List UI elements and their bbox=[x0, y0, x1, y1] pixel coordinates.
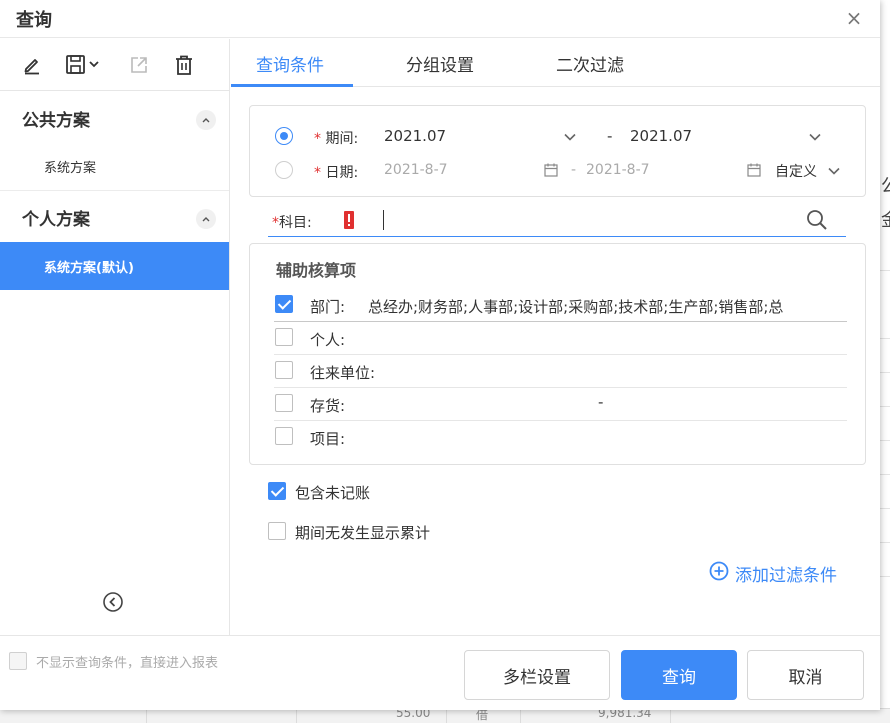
date-from-input[interactable]: 2021-8-7 bbox=[384, 162, 448, 178]
period-date-box: * 期间: 2021.07 - 2021.07 * 日期: 2021-8-7 -… bbox=[249, 105, 866, 197]
project-checkbox[interactable] bbox=[275, 427, 293, 445]
plus-circle-icon bbox=[709, 561, 729, 581]
search-icon[interactable] bbox=[805, 208, 829, 232]
warning-icon bbox=[344, 211, 354, 229]
include-unposted-label: 包含未记账 bbox=[295, 484, 371, 502]
aux-row-label: 个人: bbox=[310, 331, 346, 349]
background-glyph: 金 bbox=[881, 206, 890, 232]
scheme-item-system[interactable]: 系统方案 bbox=[0, 142, 229, 190]
cancel-button[interactable]: 取消 bbox=[747, 650, 864, 700]
background-page-bottom: 55.00 借 9,981.34 bbox=[0, 708, 890, 723]
aux-row-project: 项目: bbox=[274, 421, 847, 454]
date-label: * 日期: bbox=[314, 165, 359, 181]
period-to-select[interactable]: 2021.07 bbox=[630, 127, 692, 145]
public-scheme-header: 公共方案 bbox=[0, 92, 229, 142]
edit-icon[interactable] bbox=[18, 51, 46, 79]
show-cumulative-label: 期间无发生显示累计 bbox=[295, 524, 431, 542]
delete-icon[interactable] bbox=[170, 51, 198, 79]
personal-scheme-label: 个人方案 bbox=[22, 210, 90, 230]
scheme-item-system-default[interactable]: 系统方案(默认) bbox=[0, 242, 229, 290]
scheme-toolbar bbox=[0, 39, 229, 91]
chevron-down-icon[interactable] bbox=[827, 164, 841, 178]
calendar-icon[interactable] bbox=[544, 163, 558, 177]
department-value[interactable]: 总经办;财务部;人事部;设计部;采购部;技术部;生产部;销售部;总 bbox=[368, 296, 800, 317]
scheme-item-label: 系统方案 bbox=[44, 161, 97, 176]
aux-row-person: 个人: bbox=[274, 322, 847, 355]
aux-row-inventory: 存货: - bbox=[274, 388, 847, 421]
aux-accounting-box: 辅助核算项 部门: 总经办;财务部;人事部;设计部;采购部;技术部;生产部;销售… bbox=[249, 243, 866, 465]
show-cumulative-checkbox[interactable] bbox=[268, 522, 286, 540]
period-from-select[interactable]: 2021.07 bbox=[384, 127, 446, 145]
date-radio[interactable] bbox=[275, 161, 293, 179]
skip-conditions-checkbox[interactable] bbox=[9, 652, 27, 670]
export-icon[interactable] bbox=[125, 51, 153, 79]
personal-scheme-header: 个人方案 bbox=[0, 191, 229, 241]
active-tab-indicator bbox=[231, 84, 353, 87]
chevron-down-icon[interactable] bbox=[563, 130, 577, 144]
skip-conditions-label: 不显示查询条件，直接进入报表 bbox=[36, 656, 219, 671]
tab-query-conditions[interactable]: 查询条件 bbox=[256, 51, 324, 76]
public-scheme-label: 公共方案 bbox=[22, 111, 90, 131]
query-tabs: 查询条件 分组设置 二次过滤 bbox=[231, 39, 880, 87]
chevron-up-icon[interactable] bbox=[196, 209, 216, 229]
query-dialog: 查询 × 公共方案 系统方案 个人方案 系统方案(默认) 查询条件 分组设置 二… bbox=[0, 0, 880, 710]
save-dropdown-icon[interactable] bbox=[64, 51, 104, 79]
aux-row-partner: 往来单位: bbox=[274, 355, 847, 388]
period-radio[interactable] bbox=[275, 127, 293, 145]
aux-row-label: 往来单位: bbox=[310, 364, 376, 382]
include-unposted-checkbox[interactable] bbox=[268, 482, 286, 500]
person-checkbox[interactable] bbox=[275, 328, 293, 346]
date-mode-select[interactable]: 自定义 bbox=[775, 161, 817, 181]
calendar-icon[interactable] bbox=[747, 163, 761, 177]
dialog-title-bar: 查询 × bbox=[0, 0, 880, 38]
dialog-title: 查询 bbox=[16, 10, 52, 31]
aux-row-department: 部门: 总经办;财务部;人事部;设计部;采购部;技术部;生产部;销售部;总 bbox=[274, 289, 847, 322]
dialog-footer: 不显示查询条件，直接进入报表 多栏设置 查询 取消 bbox=[0, 635, 880, 710]
aux-row-label: 项目: bbox=[310, 430, 346, 448]
multi-column-settings-button[interactable]: 多栏设置 bbox=[464, 650, 610, 700]
date-to-input[interactable]: 2021-8-7 bbox=[586, 162, 650, 178]
background-glyph: 公 bbox=[881, 172, 890, 198]
account-input-caret[interactable] bbox=[383, 210, 384, 230]
scheme-item-label: 系统方案(默认) bbox=[44, 261, 134, 276]
background-value: 借 bbox=[476, 708, 489, 722]
account-field[interactable]: *科目: bbox=[268, 204, 846, 237]
period-label: * 期间: bbox=[314, 131, 359, 147]
chevron-down-icon[interactable] bbox=[808, 130, 822, 144]
period-separator: - bbox=[607, 127, 613, 145]
tab-secondary-filter[interactable]: 二次过滤 bbox=[556, 51, 624, 76]
query-button[interactable]: 查询 bbox=[621, 650, 737, 700]
partner-checkbox[interactable] bbox=[275, 361, 293, 379]
aux-title: 辅助核算项 bbox=[276, 261, 357, 280]
inventory-checkbox[interactable] bbox=[275, 394, 293, 412]
add-filter-label: 添加过滤条件 bbox=[735, 566, 837, 586]
account-label: *科目: bbox=[272, 215, 312, 231]
aux-row-label: 存货: bbox=[310, 397, 346, 415]
chevron-up-icon[interactable] bbox=[196, 110, 216, 130]
aux-row-label: 部门: bbox=[310, 298, 346, 316]
department-checkbox[interactable] bbox=[275, 295, 293, 313]
date-separator: - bbox=[571, 162, 577, 178]
collapse-panel-icon[interactable] bbox=[102, 591, 124, 613]
tab-group-settings[interactable]: 分组设置 bbox=[406, 51, 474, 76]
scheme-panel: 公共方案 系统方案 个人方案 系统方案(默认) bbox=[0, 39, 230, 635]
inventory-range-separator: - bbox=[598, 393, 604, 411]
close-icon[interactable]: × bbox=[844, 8, 864, 28]
